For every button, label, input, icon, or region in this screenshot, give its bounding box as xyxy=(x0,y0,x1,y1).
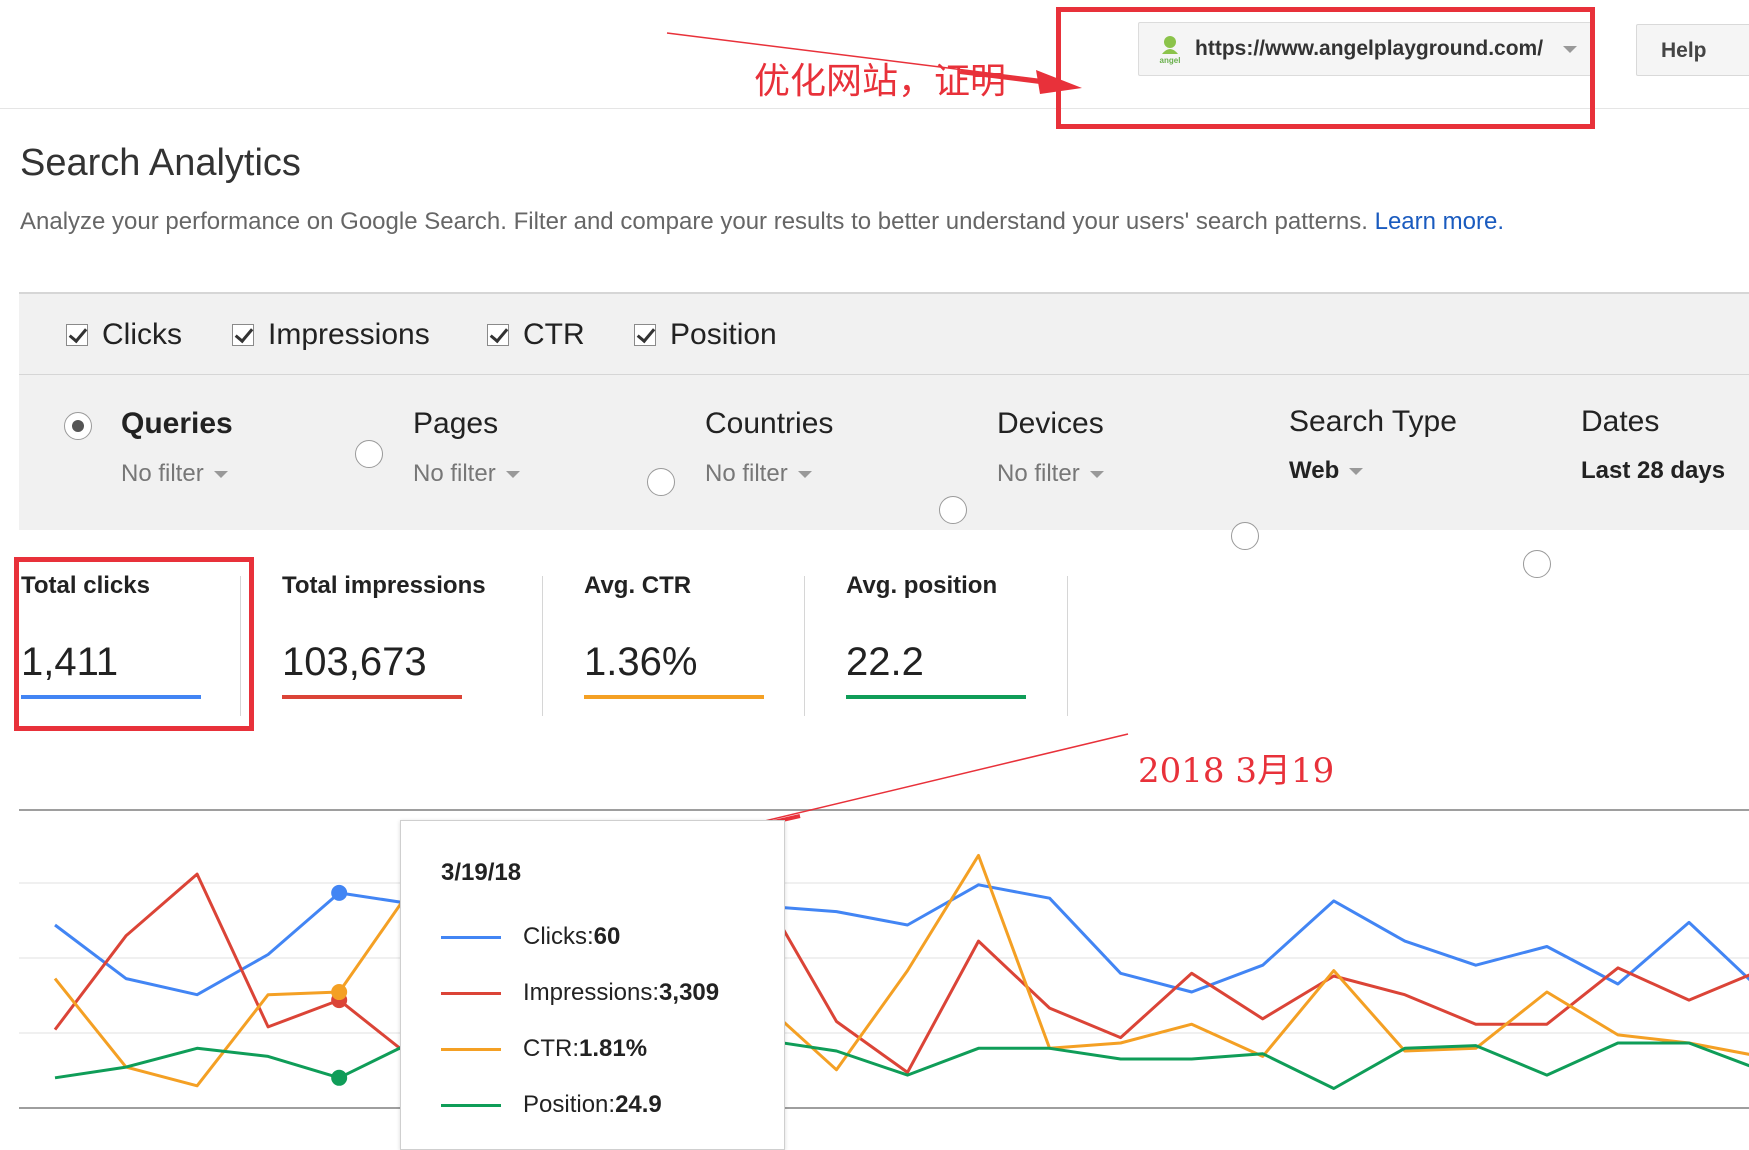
annotation-arrows xyxy=(589,32,1129,866)
legend-swatch xyxy=(441,1103,501,1107)
legend-swatch xyxy=(441,935,501,939)
annotation-arrow-site-thin xyxy=(666,32,1061,83)
tooltip-value: 1.81% xyxy=(579,1035,648,1062)
legend-swatch xyxy=(441,991,501,995)
tooltip-row-position: Position: 24.9 xyxy=(441,1091,662,1119)
tooltip-value: 24.9 xyxy=(615,1091,662,1118)
annotation-arrowhead-site xyxy=(1036,70,1082,94)
tooltip-row-clicks: Clicks: 60 xyxy=(441,923,620,951)
tooltip-value: 60 xyxy=(593,923,621,950)
chart-tooltip: 3/19/18 Clicks: 60 Impressions: 3,309 CT… xyxy=(400,820,785,1150)
tooltip-value: 3,309 xyxy=(659,979,720,1006)
tooltip-row-impressions: Impressions: 3,309 xyxy=(441,979,719,1007)
tooltip-date: 3/19/18 xyxy=(441,859,522,886)
tooltip-label: Position: xyxy=(523,1091,616,1118)
legend-swatch xyxy=(441,1047,501,1051)
tooltip-label: Clicks: xyxy=(523,923,594,950)
tooltip-label: Impressions: xyxy=(523,979,660,1006)
tooltip-row-ctr: CTR: 1.81% xyxy=(441,1035,647,1063)
annotation-text-date: 2018 3月19 xyxy=(1138,751,1335,791)
tooltip-label: CTR: xyxy=(523,1035,579,1062)
annotation-arrow-site-thick xyxy=(959,70,1041,84)
